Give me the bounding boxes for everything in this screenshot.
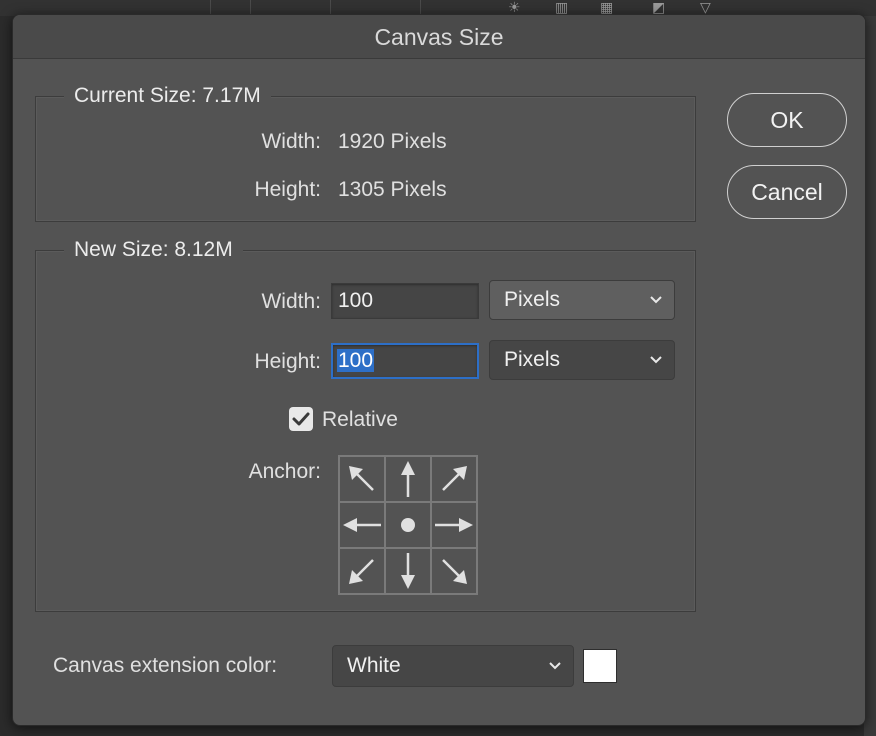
- anchor-bottom-left[interactable]: [339, 548, 385, 594]
- canvas-size-dialog: Canvas Size Current Size: 7.17M Width: 1…: [12, 14, 866, 726]
- ok-button[interactable]: OK: [727, 93, 847, 147]
- arrow-down-icon: [401, 553, 415, 589]
- new-size-legend: New Size: 8.12M: [64, 236, 243, 264]
- width-input[interactable]: 100: [331, 283, 479, 319]
- anchor-label: Anchor:: [248, 460, 321, 483]
- anchor-center[interactable]: [385, 502, 431, 548]
- arrow-right-icon: [435, 518, 473, 532]
- height-unit-select[interactable]: Pixels: [489, 340, 675, 380]
- arrow-up-icon: [401, 461, 415, 497]
- width-unit-value: Pixels: [504, 288, 561, 311]
- cancel-button[interactable]: Cancel: [727, 165, 847, 219]
- relative-checkbox[interactable]: [289, 407, 313, 431]
- arrow-left-icon: [343, 518, 381, 532]
- anchor-top-right[interactable]: [431, 456, 477, 502]
- height-input[interactable]: 100: [331, 343, 479, 379]
- canvas-extension-color-value: White: [347, 654, 401, 677]
- width-unit-select[interactable]: Pixels: [489, 280, 675, 320]
- arrow-down-left-icon: [349, 559, 374, 584]
- arrow-up-left-icon: [349, 466, 374, 491]
- canvas-extension-color-select[interactable]: White: [332, 645, 574, 687]
- chevron-down-icon: [549, 662, 561, 670]
- anchor-grid: [338, 455, 478, 595]
- curves-icon[interactable]: ▦: [600, 0, 613, 14]
- new-height-label: Height:: [254, 350, 321, 373]
- gradient-icon[interactable]: ▽: [700, 0, 711, 14]
- canvas-extension-color-label: Canvas extension color:: [53, 654, 278, 677]
- checkmark-icon: [292, 412, 310, 426]
- anchor-bottom-right[interactable]: [431, 548, 477, 594]
- arrow-down-right-icon: [442, 559, 467, 584]
- current-width-value: 1920 Pixels: [338, 130, 447, 153]
- brightness-icon[interactable]: ☀: [508, 0, 521, 14]
- arrow-up-right-icon: [442, 466, 467, 491]
- chevron-down-icon: [650, 356, 662, 364]
- height-input-selected-text: 100: [337, 349, 375, 372]
- anchor-center-dot-icon: [401, 518, 415, 532]
- chevron-down-icon: [650, 296, 662, 304]
- new-width-label: Width:: [261, 290, 321, 313]
- height-unit-value: Pixels: [504, 348, 561, 371]
- dialog-title: Canvas Size: [13, 15, 865, 59]
- exposure-icon[interactable]: ◩: [652, 0, 665, 14]
- current-size-legend: Current Size: 7.17M: [64, 82, 271, 110]
- current-height-label: Height:: [254, 178, 321, 201]
- anchor-top-left[interactable]: [339, 456, 385, 502]
- anchor-top[interactable]: [385, 456, 431, 502]
- anchor-bottom[interactable]: [385, 548, 431, 594]
- anchor-right[interactable]: [431, 502, 477, 548]
- anchor-left[interactable]: [339, 502, 385, 548]
- current-height-value: 1305 Pixels: [338, 178, 447, 201]
- levels-icon[interactable]: ▥: [555, 0, 568, 14]
- current-width-label: Width:: [261, 130, 321, 153]
- relative-label[interactable]: Relative: [322, 406, 398, 434]
- canvas-extension-color-swatch[interactable]: [583, 649, 617, 683]
